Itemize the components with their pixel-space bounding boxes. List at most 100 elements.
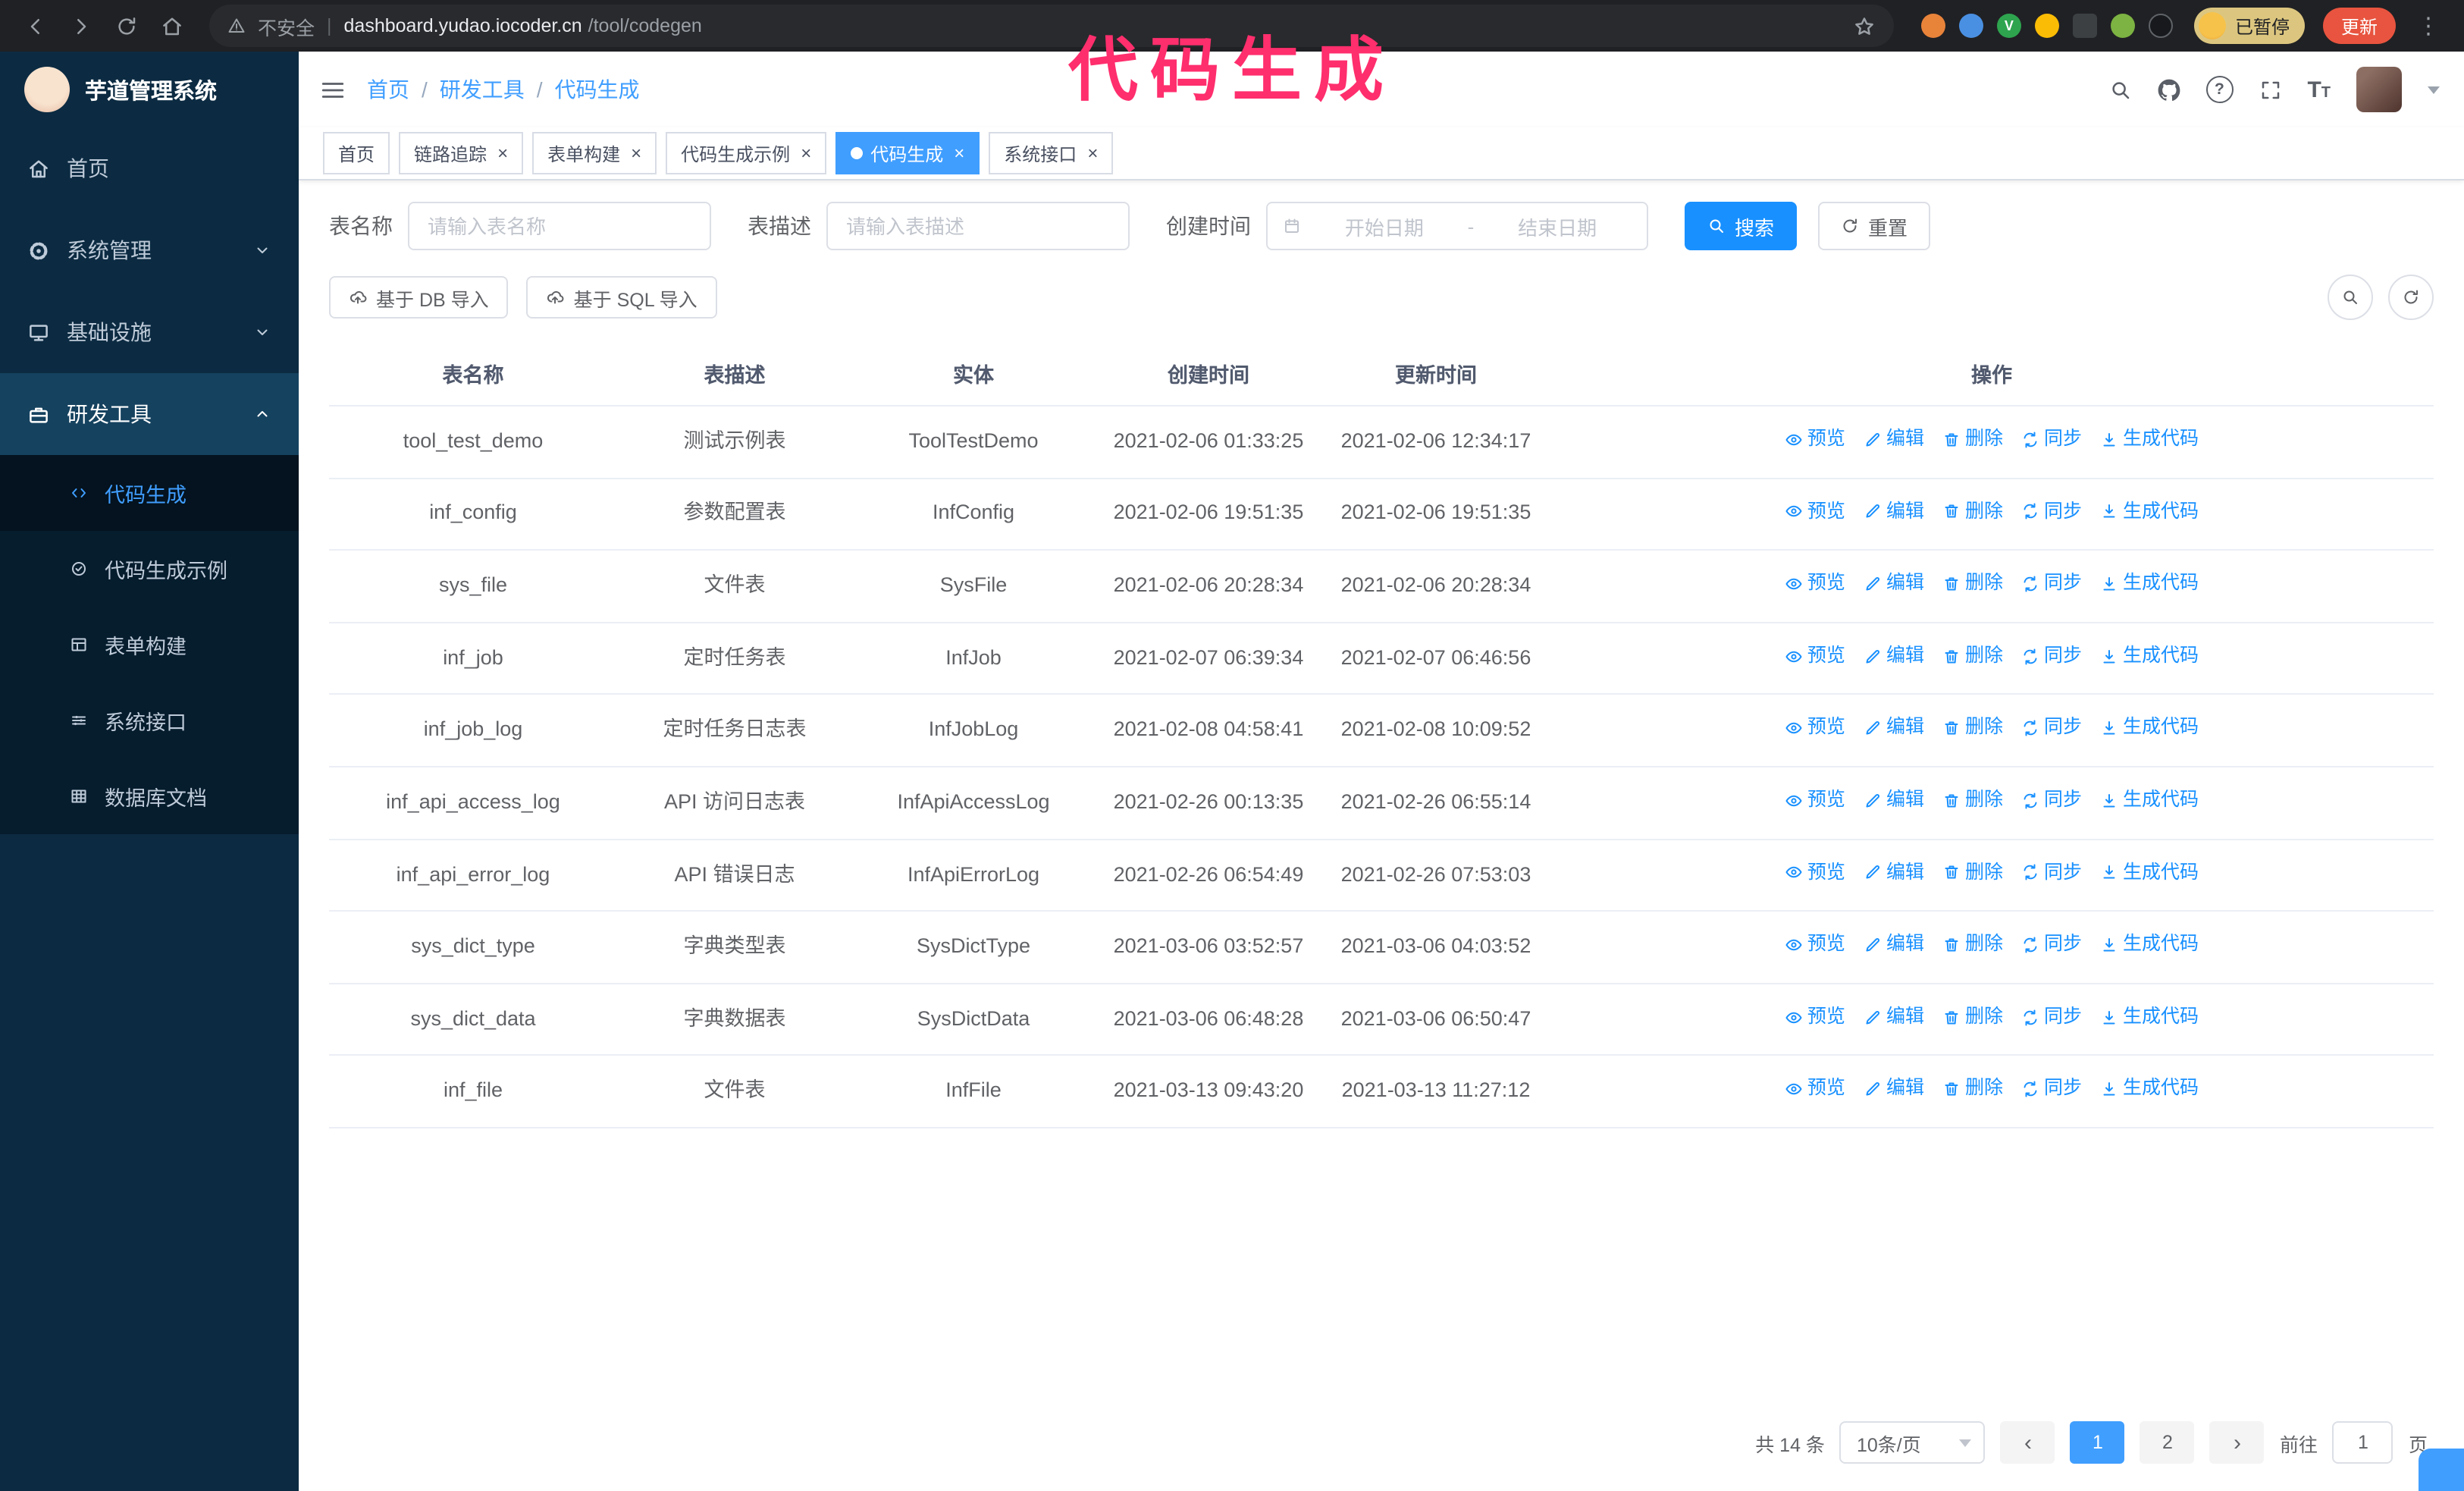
sync-link[interactable]: 同步 [2021,497,2082,526]
chevron-down-icon[interactable] [2428,86,2440,93]
profile-paused-chip[interactable]: 已暂停 [2193,8,2305,44]
prev-page-button[interactable]: ‹ [2000,1421,2055,1464]
generate-code-link[interactable]: 生成代码 [2100,569,2199,598]
sync-link[interactable]: 同步 [2021,425,2082,454]
edit-link[interactable]: 编辑 [1864,931,1924,960]
toggle-search-button[interactable] [2328,275,2373,320]
tab-system-api[interactable]: 系统接口 × [989,132,1114,174]
preview-link[interactable]: 预览 [1785,642,1845,671]
extension-icon[interactable] [2110,14,2135,38]
bookmark-star-icon[interactable] [1853,14,1876,37]
sidebar-item-db-doc[interactable]: 数据库文档 [0,758,299,834]
edit-link[interactable]: 编辑 [1864,858,1924,887]
table-desc-input[interactable] [826,202,1130,250]
preview-link[interactable]: 预览 [1785,714,1845,743]
floating-corner-button[interactable] [2419,1449,2464,1491]
extension-icon[interactable] [1958,14,1983,38]
preview-link[interactable]: 预览 [1785,425,1845,454]
preview-link[interactable]: 预览 [1785,1075,1845,1104]
sidebar-item-codegen[interactable]: 代码生成 [0,455,299,531]
sidebar-item-devtools[interactable]: 研发工具 [0,373,299,455]
sync-link[interactable]: 同步 [2021,1075,2082,1104]
tab-form-builder[interactable]: 表单构建 × [532,132,657,174]
delete-link[interactable]: 删除 [1942,858,2003,887]
delete-link[interactable]: 删除 [1942,714,2003,743]
breadcrumb-item[interactable]: 研发工具 [440,74,525,105]
sync-link[interactable]: 同步 [2021,786,2082,815]
preview-link[interactable]: 预览 [1785,858,1845,887]
font-size-icon[interactable]: TT [2307,77,2331,102]
sync-link[interactable]: 同步 [2021,858,2082,887]
forward-icon[interactable] [61,6,100,46]
tab-close-icon[interactable]: × [494,144,508,162]
preview-link[interactable]: 预览 [1785,931,1845,960]
sync-link[interactable]: 同步 [2021,714,2082,743]
preview-link[interactable]: 预览 [1785,1003,1845,1032]
edit-link[interactable]: 编辑 [1864,497,1924,526]
sync-link[interactable]: 同步 [2021,931,2082,960]
sidebar-item-system-api[interactable]: 系统接口 [0,683,299,758]
sync-link[interactable]: 同步 [2021,1003,2082,1032]
tab-codegen-example[interactable]: 代码生成示例 × [666,132,827,174]
page-size-select[interactable]: 10条/页 [1839,1421,1986,1464]
breadcrumb-item[interactable]: 代码生成 [555,74,640,105]
hamburger-icon[interactable] [299,77,358,102]
edit-link[interactable]: 编辑 [1864,1075,1924,1104]
generate-code-link[interactable]: 生成代码 [2100,786,2199,815]
tab-close-icon[interactable]: × [628,144,641,162]
delete-link[interactable]: 删除 [1942,1003,2003,1032]
extension-icon[interactable] [2034,14,2059,38]
import-db-button[interactable]: 基于 DB 导入 [329,276,509,319]
edit-link[interactable]: 编辑 [1864,425,1924,454]
tab-close-icon[interactable]: × [951,144,964,162]
delete-link[interactable]: 删除 [1942,497,2003,526]
generate-code-link[interactable]: 生成代码 [2100,1003,2199,1032]
generate-code-link[interactable]: 生成代码 [2100,714,2199,743]
tab-home[interactable]: 首页 [323,132,390,174]
page-button-2[interactable]: 2 [2140,1421,2195,1464]
delete-link[interactable]: 删除 [1942,642,2003,671]
breadcrumb-item[interactable]: 首页 [367,74,409,105]
refresh-table-button[interactable] [2388,275,2434,320]
github-icon[interactable] [2157,78,2180,101]
sidebar-item-home[interactable]: 首页 [0,127,299,209]
generate-code-link[interactable]: 生成代码 [2100,858,2199,887]
generate-code-link[interactable]: 生成代码 [2100,425,2199,454]
reload-icon[interactable] [106,6,146,46]
search-icon[interactable] [2108,78,2131,101]
preview-link[interactable]: 预览 [1785,569,1845,598]
sidebar-item-infra[interactable]: 基础设施 [0,291,299,373]
generate-code-link[interactable]: 生成代码 [2100,931,2199,960]
sidebar-item-codegen-example[interactable]: 代码生成示例 [0,531,299,607]
extension-icon[interactable] [2072,14,2097,38]
generate-code-link[interactable]: 生成代码 [2100,642,2199,671]
preview-link[interactable]: 预览 [1785,786,1845,815]
date-range-picker[interactable]: 开始日期 - 结束日期 [1266,202,1648,250]
browser-update-button[interactable]: 更新 [2322,8,2396,44]
home-icon[interactable] [152,6,191,46]
generate-code-link[interactable]: 生成代码 [2100,1075,2199,1104]
edit-link[interactable]: 编辑 [1864,642,1924,671]
extension-icon[interactable]: V [1996,14,2021,38]
sync-link[interactable]: 同步 [2021,569,2082,598]
page-button-1[interactable]: 1 [2070,1421,2125,1464]
delete-link[interactable]: 删除 [1942,569,2003,598]
delete-link[interactable]: 删除 [1942,786,2003,815]
search-button[interactable]: 搜索 [1685,202,1798,250]
tab-close-icon[interactable]: × [1084,144,1098,162]
edit-link[interactable]: 编辑 [1864,1003,1924,1032]
sync-link[interactable]: 同步 [2021,642,2082,671]
edit-link[interactable]: 编辑 [1864,714,1924,743]
fullscreen-icon[interactable] [2259,78,2281,101]
generate-code-link[interactable]: 生成代码 [2100,497,2199,526]
tab-codegen[interactable]: 代码生成 × [835,132,980,174]
tab-tracing[interactable]: 链路追踪 × [399,132,524,174]
sidebar-item-form-builder[interactable]: 表单构建 [0,607,299,683]
delete-link[interactable]: 删除 [1942,425,2003,454]
browser-menu-icon[interactable]: ⋮ [2408,12,2449,39]
delete-link[interactable]: 删除 [1942,1075,2003,1104]
edit-link[interactable]: 编辑 [1864,569,1924,598]
goto-page-input[interactable] [2332,1421,2393,1464]
user-avatar[interactable] [2356,67,2402,112]
delete-link[interactable]: 删除 [1942,931,2003,960]
